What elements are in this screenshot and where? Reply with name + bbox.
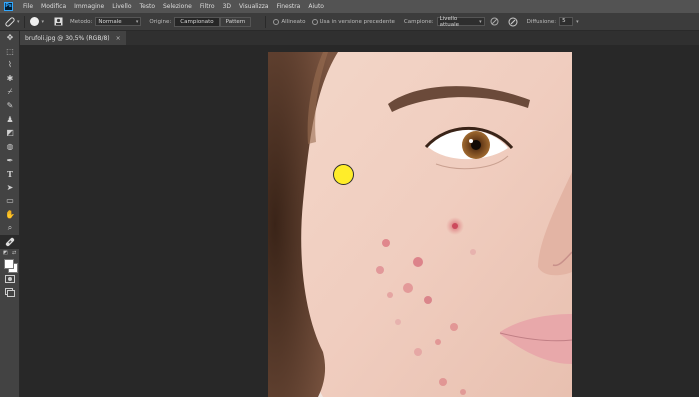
menu-filtro[interactable]: Filtro: [196, 3, 219, 10]
metodo-select[interactable]: Normale ▾: [95, 17, 142, 26]
menu-finestra[interactable]: Finestra: [273, 3, 305, 10]
chevron-down-icon[interactable]: ▾: [42, 19, 45, 25]
pattern-button[interactable]: Pattern: [219, 16, 252, 27]
usa-versione-precedente-label: Usa in versione precedente: [319, 18, 395, 25]
path-select-icon[interactable]: ➤: [0, 181, 20, 195]
menu-file[interactable]: File: [19, 3, 37, 10]
hand-icon[interactable]: ✋: [0, 208, 20, 222]
eyedropper-icon[interactable]: ⌿: [0, 85, 20, 99]
pressure-size-icon[interactable]: [507, 16, 519, 28]
divider: [23, 15, 25, 28]
menu-testo[interactable]: Testo: [136, 3, 160, 10]
zoom-icon[interactable]: ⌕: [0, 221, 20, 235]
menu-selezione[interactable]: Selezione: [159, 3, 196, 10]
metodo-value: Normale: [98, 18, 122, 25]
move-icon[interactable]: ✥: [0, 31, 20, 45]
quick-mask-icon[interactable]: [0, 273, 20, 287]
menu-livello[interactable]: Livello: [108, 3, 135, 10]
origine-label: Origine:: [149, 18, 172, 25]
menu-3d[interactable]: 3D: [219, 3, 235, 10]
color-swatches: ◩ ⇄: [0, 249, 20, 273]
diffusione-input[interactable]: 5: [559, 17, 574, 26]
chevron-down-icon: ▾: [479, 18, 482, 25]
campione-select[interactable]: Livello attuale ▾: [436, 15, 485, 28]
divider: [265, 15, 267, 28]
chevron-down-icon[interactable]: ▾: [576, 19, 579, 25]
face-photo: [268, 52, 572, 397]
foreground-color-swatch[interactable]: [4, 258, 14, 269]
diffusione-label: Diffusione:: [526, 18, 557, 25]
menu-immagine[interactable]: Immagine: [70, 3, 108, 10]
options-bar: ▾ ▾ Metodo: Normale ▾ Origine: Campionat…: [0, 13, 699, 31]
ignore-adjustment-layers-icon[interactable]: [489, 16, 501, 28]
document-tab-title: brufoli.jpg @ 30,5% (RGB/8): [25, 34, 110, 42]
shape-icon[interactable]: ▭: [0, 194, 20, 208]
marquee-icon[interactable]: ⬚: [0, 45, 20, 59]
default-colors-icon[interactable]: ◩: [3, 250, 8, 256]
menu-modifica[interactable]: Modifica: [37, 3, 70, 10]
pen-icon[interactable]: ✒: [0, 153, 20, 167]
allineato-checkbox[interactable]: [273, 18, 280, 25]
healing-brush-preset-icon[interactable]: [4, 16, 16, 28]
allineato-label: Allineato: [281, 18, 306, 25]
usa-versione-precedente-checkbox[interactable]: [311, 18, 318, 25]
tools-panel: ✥ ⬚ ⌇ ✱ ⌿ ✎ ♟ ◩ ◍ ✒ T ➤ ▭ ✋ ⌕ ◩ ⇄: [0, 31, 20, 397]
magic-wand-icon[interactable]: ✱: [0, 72, 20, 86]
campione-value: Livello attuale: [439, 15, 460, 28]
eraser-icon[interactable]: ◩: [0, 126, 20, 140]
blur-icon[interactable]: ◍: [0, 140, 20, 154]
canvas-area[interactable]: [20, 45, 699, 397]
stamp-icon[interactable]: ♟: [0, 113, 20, 127]
type-icon[interactable]: T: [0, 167, 20, 181]
brush-size-picker[interactable]: [29, 16, 41, 28]
screen-mode-icon[interactable]: [0, 286, 20, 300]
photoshop-logo: Ps: [4, 2, 13, 11]
menu-bar: Ps File Modifica Immagine Livello Testo …: [0, 0, 699, 13]
campione-label: Campione:: [403, 18, 434, 25]
chevron-down-icon[interactable]: ▾: [17, 19, 20, 25]
brush-settings-icon[interactable]: [52, 16, 64, 28]
metodo-label: Metodo:: [70, 18, 93, 25]
brush-icon[interactable]: ✎: [0, 99, 20, 113]
swap-colors-icon[interactable]: ⇄: [12, 250, 16, 256]
campionato-button[interactable]: Campionato: [174, 16, 220, 27]
document-tab-bar: brufoli.jpg @ 30,5% (RGB/8) ×: [20, 31, 699, 45]
document-tab[interactable]: brufoli.jpg @ 30,5% (RGB/8) ×: [20, 31, 126, 45]
lasso-icon[interactable]: ⌇: [0, 58, 20, 72]
healing-brush-cursor: [333, 164, 354, 185]
chevron-down-icon: ▾: [135, 18, 139, 25]
healing-brush-icon[interactable]: [0, 234, 20, 249]
menu-visualizza[interactable]: Visualizza: [235, 3, 273, 10]
close-icon[interactable]: ×: [116, 35, 121, 42]
menu-aiuto[interactable]: Aiuto: [304, 3, 328, 10]
document-image[interactable]: [268, 52, 572, 397]
brush-tip-icon: [30, 17, 40, 26]
